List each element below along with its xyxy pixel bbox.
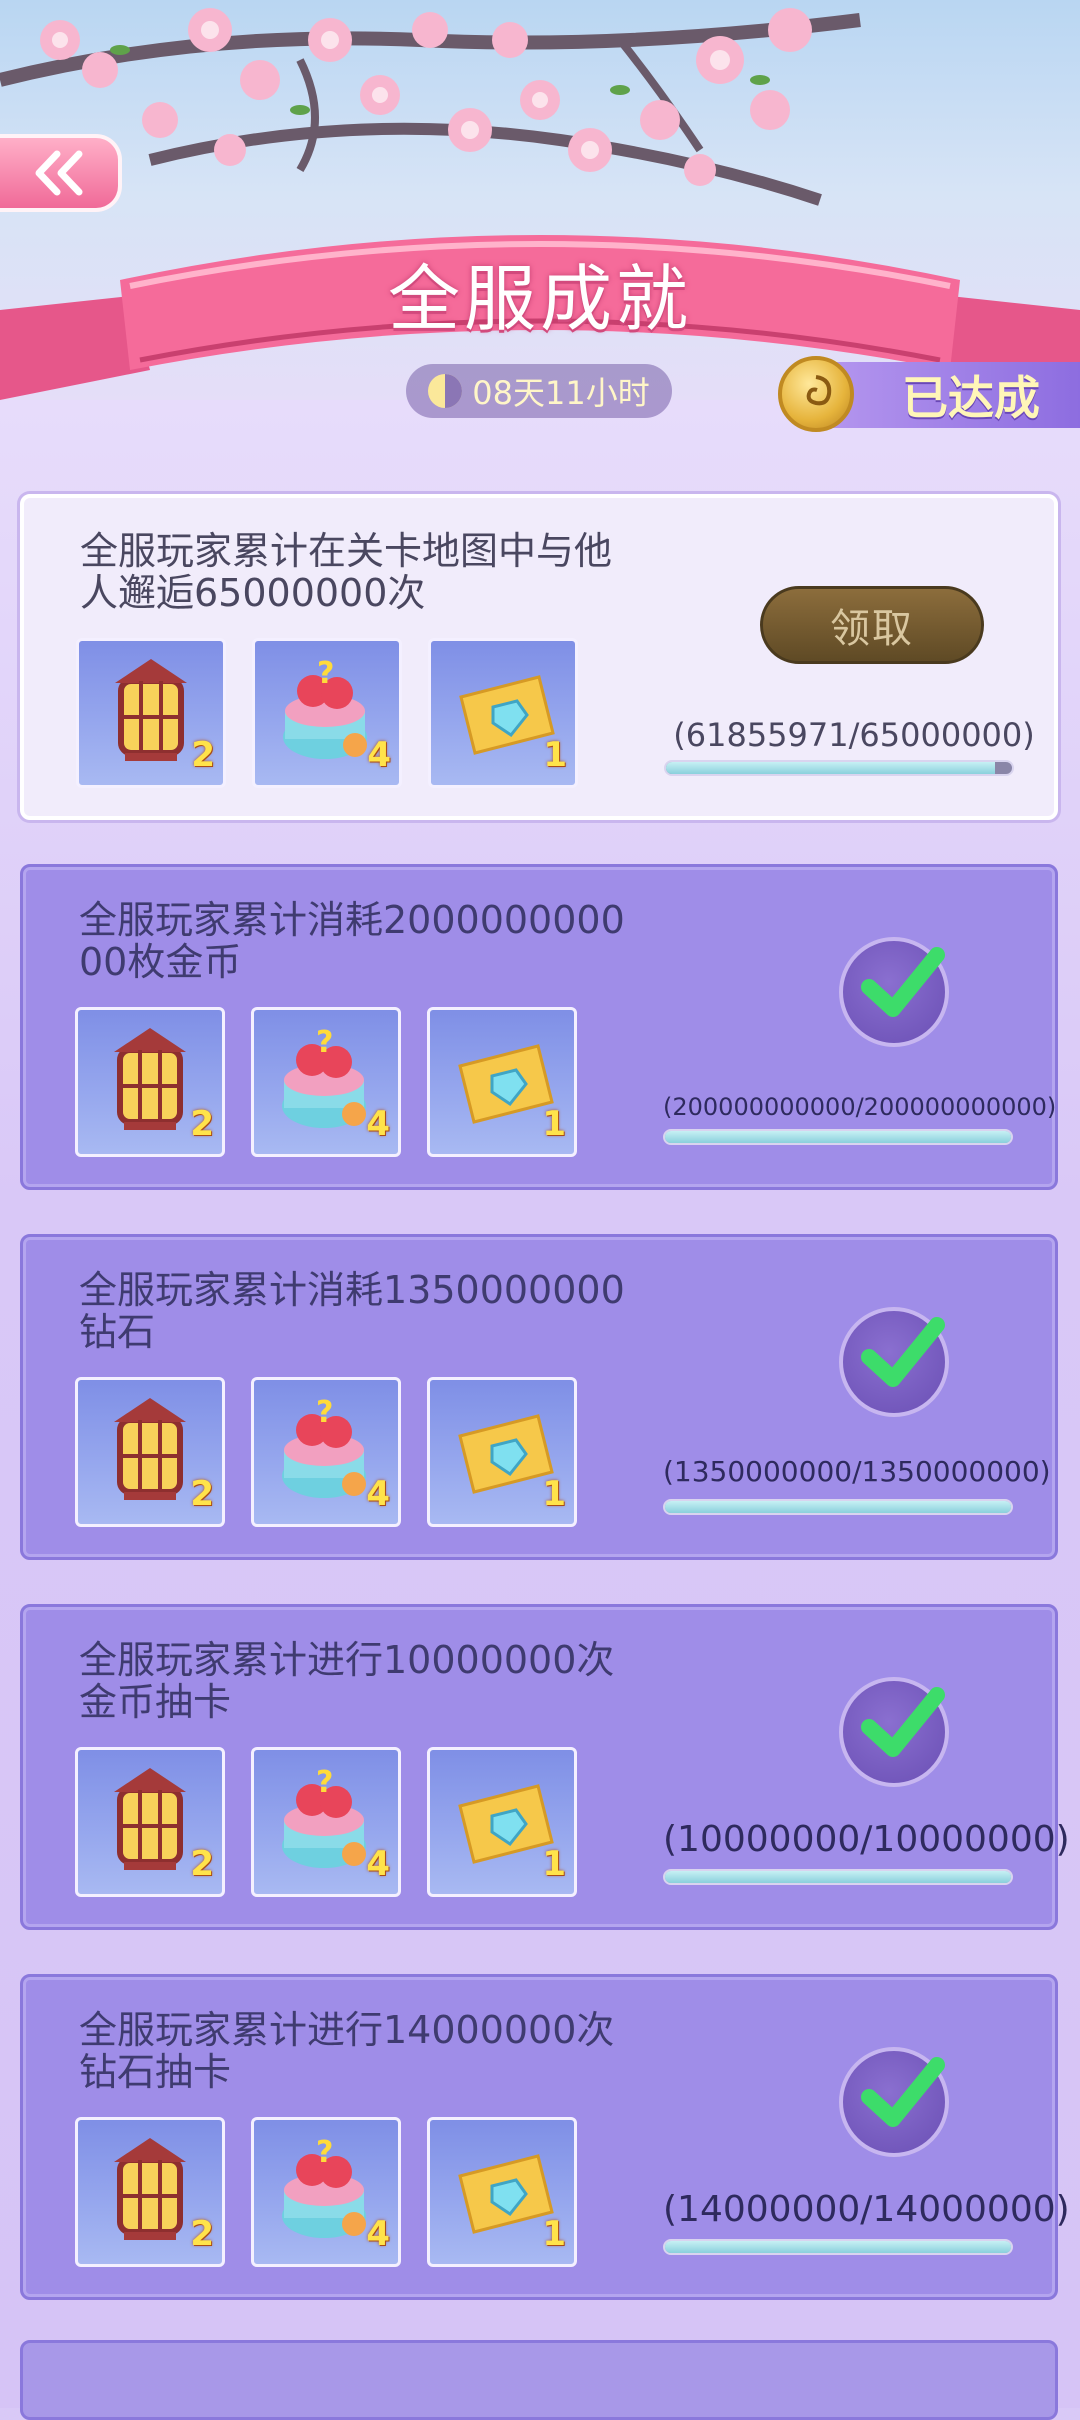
progress-fill — [665, 1871, 1011, 1883]
reward-item[interactable]: ? 4 — [251, 2117, 401, 2267]
reward-item[interactable]: 2 — [75, 2117, 225, 2267]
progress-text: (61855971/65000000) — [673, 716, 1035, 754]
achievement-description: 全服玩家累计消耗200000000000枚金币 — [79, 898, 625, 984]
progress-bar — [664, 760, 1014, 776]
achievement-description: 全服玩家累计进行10000000次金币抽卡 — [79, 1638, 615, 1724]
achievement-card-partial — [20, 2340, 1058, 2420]
claim-button[interactable]: 领取 — [760, 586, 984, 664]
reward-list: 2 ? 4 1 — [76, 638, 578, 788]
reward-item[interactable]: 1 — [427, 1377, 577, 1527]
reward-item[interactable]: 1 — [427, 2117, 577, 2267]
progress-fill — [665, 1501, 1011, 1513]
achievement-card: 全服玩家累计消耗200000000000枚金币 2 ? 4 1 (2000000… — [20, 864, 1058, 1190]
achievement-card: 全服玩家累计消耗1350000000钻石 2 ? 4 1 (1350000000… — [20, 1234, 1058, 1560]
achievement-description: 全服玩家累计进行14000000次钻石抽卡 — [79, 2008, 615, 2094]
progress-text: (1350000000/1350000000) — [663, 1455, 1051, 1488]
progress-fill — [666, 762, 996, 774]
svg-text:?: ? — [317, 656, 334, 691]
reward-item[interactable]: 1 — [427, 1007, 577, 1157]
reward-count: 2 — [190, 1474, 214, 1514]
achievement-description: 全服玩家累计消耗1350000000钻石 — [79, 1268, 625, 1354]
reward-count: 2 — [190, 1104, 214, 1144]
progress-bar — [663, 2239, 1013, 2255]
progress-text: (200000000000/200000000000) — [663, 1093, 1057, 1121]
page-title: 全服成就 — [387, 257, 692, 341]
progress-bar — [663, 1499, 1013, 1515]
completed-check-icon — [839, 937, 949, 1047]
reward-count: 4 — [366, 1474, 390, 1514]
svg-text:?: ? — [316, 2135, 333, 2170]
reward-count: 1 — [542, 1104, 566, 1144]
reward-item[interactable]: ? 4 — [251, 1377, 401, 1527]
achievement-card: 全服玩家累计进行10000000次金币抽卡 2 ? 4 1 (10000000/… — [20, 1604, 1070, 1930]
reward-count: 2 — [190, 1844, 214, 1884]
countdown-timer: 08天11小时 — [406, 364, 672, 418]
reward-count: 1 — [542, 1474, 566, 1514]
svg-text:?: ? — [316, 1765, 333, 1800]
svg-text:?: ? — [316, 1025, 333, 1060]
reward-item[interactable]: 2 — [75, 1747, 225, 1897]
reward-item[interactable]: ? 4 — [251, 1007, 401, 1157]
reward-item[interactable]: 2 — [76, 638, 226, 788]
reward-item[interactable]: 2 — [75, 1007, 225, 1157]
reward-count: 1 — [542, 1844, 566, 1884]
achievement-card: 全服玩家累计在关卡地图中与他人邂逅65000000次 2 ? 4 1 领取 (6… — [20, 494, 1058, 820]
achieved-label: 已达成 — [902, 371, 1040, 425]
reward-list: 2 ? 4 1 — [75, 1007, 577, 1157]
double-chevron-left-icon — [35, 150, 83, 196]
achievement-description: 全服玩家累计在关卡地图中与他人邂逅65000000次 — [80, 529, 613, 615]
progress-fill — [665, 2241, 1011, 2253]
completed-check-icon — [839, 1307, 949, 1417]
coin-icon — [778, 356, 854, 432]
achievement-card: 全服玩家累计进行14000000次钻石抽卡 2 ? 4 1 (14000000/… — [20, 1974, 1070, 2300]
reward-count: 2 — [191, 735, 215, 775]
reward-item[interactable]: 2 — [75, 1377, 225, 1527]
progress-bar — [663, 1869, 1013, 1885]
progress-fill — [665, 1131, 1011, 1143]
progress-text: (10000000/10000000) — [663, 1819, 1070, 1860]
progress-text: (14000000/14000000) — [663, 2189, 1070, 2230]
reward-count: 4 — [366, 2214, 390, 2254]
progress-bar — [663, 1129, 1013, 1145]
reward-list: 2 ? 4 1 — [75, 2117, 577, 2267]
reward-count: 4 — [367, 735, 391, 775]
reward-count: 2 — [190, 2214, 214, 2254]
reward-count: 4 — [366, 1104, 390, 1144]
svg-text:?: ? — [316, 1395, 333, 1430]
reward-list: 2 ? 4 1 — [75, 1747, 577, 1897]
completed-check-icon — [839, 2047, 949, 2157]
reward-list: 2 ? 4 1 — [75, 1377, 577, 1527]
reward-item[interactable]: ? 4 — [251, 1747, 401, 1897]
clock-icon — [428, 374, 463, 408]
reward-count: 4 — [366, 1844, 390, 1884]
reward-count: 1 — [542, 2214, 566, 2254]
countdown-text: 08天11小时 — [472, 374, 650, 412]
completed-check-icon — [839, 1677, 949, 1787]
reward-item[interactable]: 1 — [428, 638, 578, 788]
reward-count: 1 — [543, 735, 567, 775]
reward-item[interactable]: ? 4 — [252, 638, 402, 788]
reward-item[interactable]: 1 — [427, 1747, 577, 1897]
